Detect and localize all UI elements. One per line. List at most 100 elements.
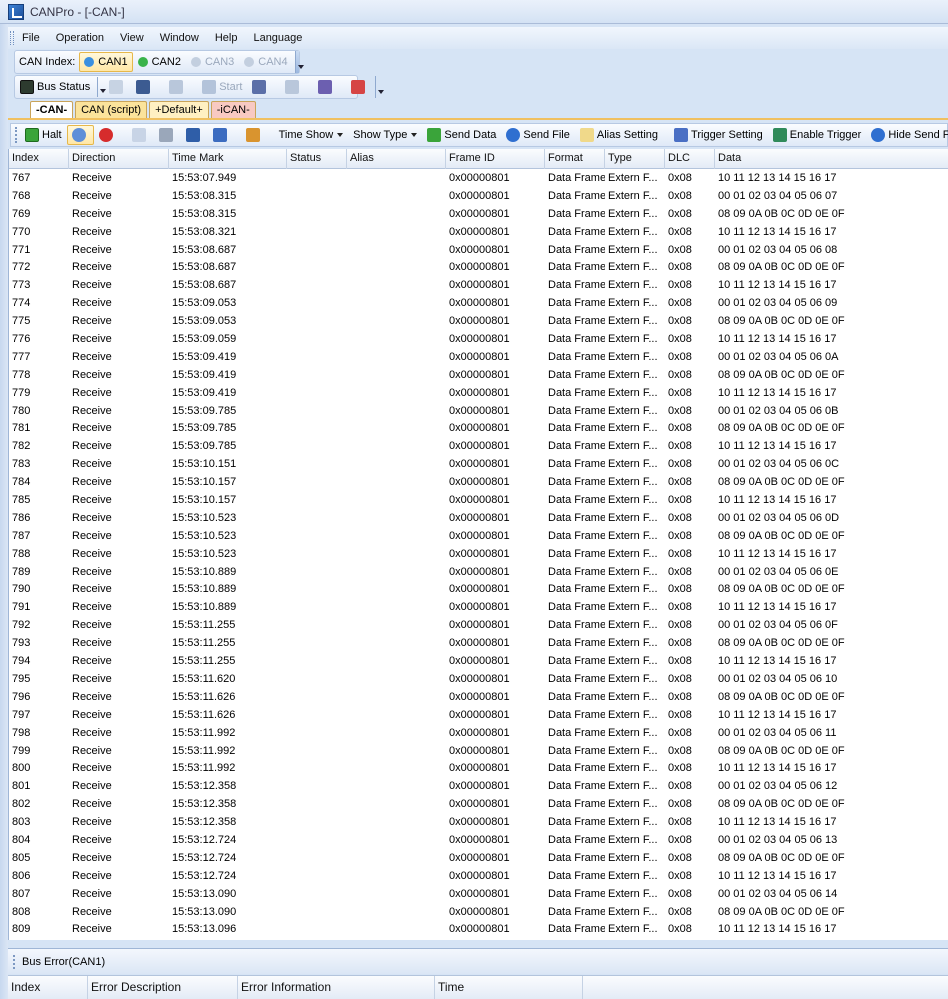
table-row[interactable]: 774 Receive 15:53:09.053 0x00000801 Data Fra…: [9, 295, 948, 313]
menu-window[interactable]: Window: [152, 28, 207, 48]
device-settings-button[interactable]: [247, 77, 274, 97]
table-row[interactable]: 788 Receive 15:53:10.523 0x00000801 Data Fra…: [9, 546, 948, 564]
copy-button[interactable]: [127, 125, 154, 145]
column-header-index[interactable]: Index: [9, 149, 69, 169]
table-row[interactable]: 767 Receive 15:53:07.949 0x00000801 Data Fra…: [9, 170, 948, 188]
can2-radio[interactable]: CAN2: [133, 52, 186, 72]
table-row[interactable]: 799 Receive 15:53:11.992 0x00000801 Data Fra…: [9, 743, 948, 761]
menu-help[interactable]: Help: [207, 28, 246, 48]
column-header-dlc[interactable]: DLC: [665, 149, 715, 169]
table-row[interactable]: 806 Receive 15:53:12.724 0x00000801 Data Fra…: [9, 868, 948, 886]
alias-setting-button[interactable]: Alias Setting: [575, 125, 663, 145]
table-row[interactable]: 779 Receive 15:53:09.419 0x00000801 Data Fra…: [9, 385, 948, 403]
table-row[interactable]: 784 Receive 15:53:10.157 0x00000801 Data Fra…: [9, 474, 948, 492]
column-header-direction[interactable]: Direction: [69, 149, 169, 169]
halt-button[interactable]: Halt: [20, 125, 67, 145]
menu-language[interactable]: Language: [245, 28, 310, 48]
title-bar[interactable]: CANPro - [-CAN-]: [0, 0, 948, 24]
table-row[interactable]: 787 Receive 15:53:10.523 0x00000801 Data Fra…: [9, 528, 948, 546]
table-row[interactable]: 770 Receive 15:53:08.321 0x00000801 Data Fra…: [9, 224, 948, 242]
column-header-frame-id[interactable]: Frame ID: [446, 149, 545, 169]
table-row[interactable]: 800 Receive 15:53:11.992 0x00000801 Data Fra…: [9, 760, 948, 778]
table-row[interactable]: 783 Receive 15:53:10.151 0x00000801 Data Fra…: [9, 456, 948, 474]
table-row[interactable]: 808 Receive 15:53:13.090 0x00000801 Data Fra…: [9, 904, 948, 922]
book-button[interactable]: [313, 77, 340, 97]
table-row[interactable]: 793 Receive 15:53:11.255 0x00000801 Data Fra…: [9, 635, 948, 653]
table-row[interactable]: 798 Receive 15:53:11.992 0x00000801 Data Fra…: [9, 725, 948, 743]
table-row[interactable]: 795 Receive 15:53:11.620 0x00000801 Data Fra…: [9, 671, 948, 689]
table-row[interactable]: 804 Receive 15:53:12.724 0x00000801 Data Fra…: [9, 832, 948, 850]
send-data-button[interactable]: Send Data: [422, 125, 501, 145]
table-row[interactable]: 807 Receive 15:53:13.090 0x00000801 Data Fra…: [9, 886, 948, 904]
connect-button[interactable]: [280, 77, 307, 97]
table-row[interactable]: 785 Receive 15:53:10.157 0x00000801 Data Fra…: [9, 492, 948, 510]
column-header-time-mark[interactable]: Time Mark: [169, 149, 287, 169]
find-button[interactable]: [154, 125, 181, 145]
column-header-data[interactable]: Data: [715, 149, 925, 169]
package-button[interactable]: [241, 125, 268, 145]
hide-send-frame-button[interactable]: Hide Send Frame: [866, 125, 948, 145]
error-column-information[interactable]: Error Information: [238, 976, 435, 999]
tab-default[interactable]: +Default+: [149, 101, 209, 118]
tag-button[interactable]: [164, 77, 191, 97]
table-row[interactable]: 797 Receive 15:53:11.626 0x00000801 Data Fra…: [9, 707, 948, 725]
table-row[interactable]: 794 Receive 15:53:11.255 0x00000801 Data Fra…: [9, 653, 948, 671]
table-row[interactable]: 768 Receive 15:53:08.315 0x00000801 Data Fra…: [9, 188, 948, 206]
table-row[interactable]: 776 Receive 15:53:09.059 0x00000801 Data Fra…: [9, 331, 948, 349]
table-row[interactable]: 790 Receive 15:53:10.889 0x00000801 Data Fra…: [9, 581, 948, 599]
table-row[interactable]: 773 Receive 15:53:08.687 0x00000801 Data Fra…: [9, 277, 948, 295]
refresh-toggle-button[interactable]: [66, 125, 94, 145]
error-column-index[interactable]: Index: [8, 976, 88, 999]
tab-can[interactable]: -CAN-: [30, 101, 74, 118]
table-row[interactable]: 771 Receive 15:53:08.687 0x00000801 Data Fra…: [9, 242, 948, 260]
bus-status-dropdown[interactable]: [97, 77, 107, 97]
table-row[interactable]: 801 Receive 15:53:12.358 0x00000801 Data Fra…: [9, 778, 948, 796]
table-row[interactable]: 782 Receive 15:53:09.785 0x00000801 Data Fra…: [9, 438, 948, 456]
table-row[interactable]: 805 Receive 15:53:12.724 0x00000801 Data Fra…: [9, 850, 948, 868]
can1-radio[interactable]: CAN1: [79, 52, 133, 72]
menu-view[interactable]: View: [112, 28, 152, 48]
column-header-format[interactable]: Format: [545, 149, 605, 169]
column-header-status[interactable]: Status: [287, 149, 347, 169]
can4-radio[interactable]: CAN4: [239, 52, 292, 72]
tab-can-script[interactable]: CAN (script): [75, 101, 148, 118]
time-show-dropdown[interactable]: Time Show: [274, 125, 349, 145]
can3-radio[interactable]: CAN3: [186, 52, 239, 72]
toolbar-overflow-button[interactable]: [375, 76, 385, 98]
enable-trigger-button[interactable]: Enable Trigger: [768, 125, 867, 145]
table-row[interactable]: 786 Receive 15:53:10.523 0x00000801 Data Fra…: [9, 510, 948, 528]
column-header-alias[interactable]: Alias: [347, 149, 446, 169]
bus-status-button[interactable]: Bus Status: [15, 77, 95, 97]
error-column-description[interactable]: Error Description: [88, 976, 238, 999]
table-row[interactable]: 792 Receive 15:53:11.255 0x00000801 Data Fra…: [9, 617, 948, 635]
table-row[interactable]: 772 Receive 15:53:08.687 0x00000801 Data Fra…: [9, 259, 948, 277]
record-button[interactable]: [94, 125, 121, 145]
can-frame-grid[interactable]: Index Direction Time Mark Status Alias F…: [8, 149, 948, 940]
trigger-setting-button[interactable]: Trigger Setting: [669, 125, 768, 145]
table-row[interactable]: 781 Receive 15:53:09.785 0x00000801 Data Fra…: [9, 420, 948, 438]
toolbar-grip[interactable]: [15, 127, 17, 143]
table-row[interactable]: 777 Receive 15:53:09.419 0x00000801 Data Fra…: [9, 349, 948, 367]
start-button[interactable]: Start: [197, 77, 247, 97]
table-row[interactable]: 803 Receive 15:53:12.358 0x00000801 Data Fra…: [9, 814, 948, 832]
menu-operation[interactable]: Operation: [48, 28, 112, 48]
open-button[interactable]: [104, 77, 131, 97]
menu-file[interactable]: File: [14, 28, 48, 48]
table-row[interactable]: 791 Receive 15:53:10.889 0x00000801 Data Fra…: [9, 599, 948, 617]
toolbar-overflow-button[interactable]: [294, 51, 305, 73]
table-row[interactable]: 802 Receive 15:53:12.358 0x00000801 Data Fra…: [9, 796, 948, 814]
table-row[interactable]: 775 Receive 15:53:09.053 0x00000801 Data Fra…: [9, 313, 948, 331]
export-button[interactable]: [208, 125, 235, 145]
column-header-type[interactable]: Type: [605, 149, 665, 169]
save-button[interactable]: [131, 77, 158, 97]
table-row[interactable]: 769 Receive 15:53:08.315 0x00000801 Data Fra…: [9, 206, 948, 224]
clear-button[interactable]: [346, 77, 373, 97]
table-row[interactable]: 780 Receive 15:53:09.785 0x00000801 Data Fra…: [9, 403, 948, 421]
table-row[interactable]: 796 Receive 15:53:11.626 0x00000801 Data Fra…: [9, 689, 948, 707]
show-type-dropdown[interactable]: Show Type: [348, 125, 422, 145]
panel-grip[interactable]: [13, 954, 16, 969]
error-column-time[interactable]: Time: [435, 976, 583, 999]
tab-ican[interactable]: -iCAN-: [210, 101, 256, 118]
table-row[interactable]: 809 Receive 15:53:13.096 0x00000801 Data Fra…: [9, 921, 948, 939]
send-file-button[interactable]: Send File: [501, 125, 574, 145]
